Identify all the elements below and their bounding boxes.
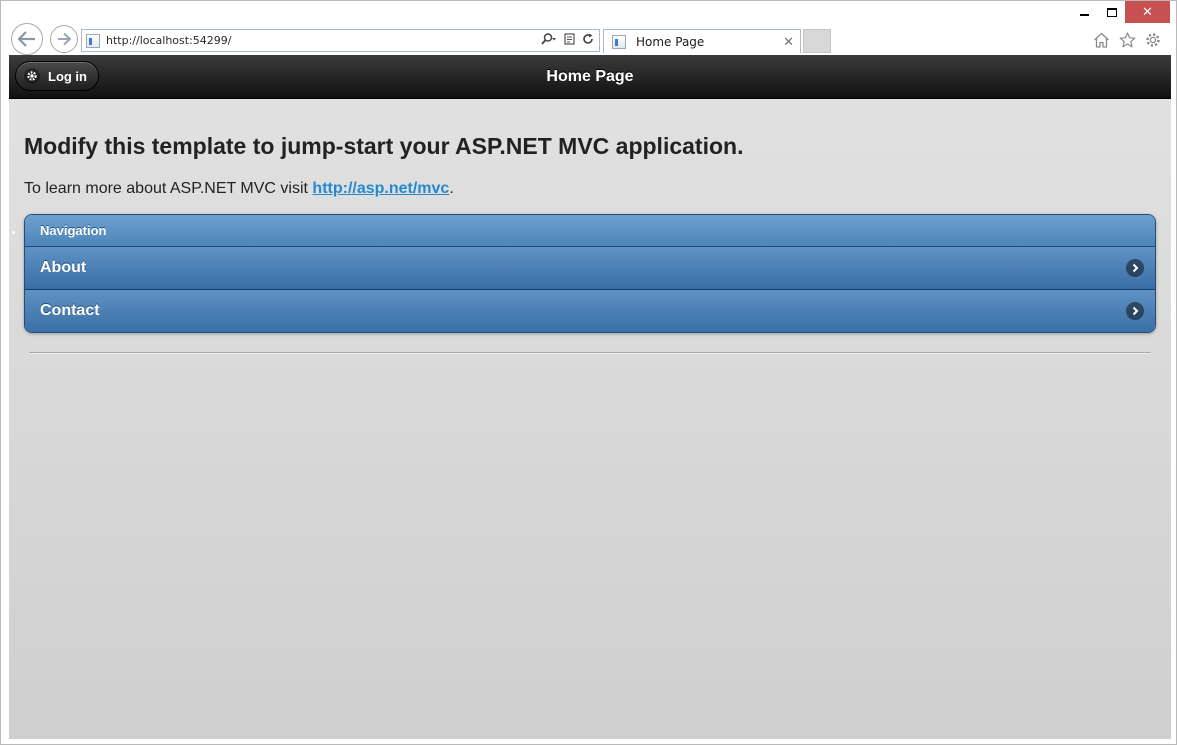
arrow-right-icon (1126, 259, 1144, 277)
footer-divider (29, 352, 1151, 354)
close-tab-icon[interactable]: ✕ (783, 34, 794, 50)
navigation-list: Navigation About Contact (24, 214, 1156, 333)
minimize-icon (1080, 14, 1089, 16)
maximize-button[interactable] (1098, 1, 1125, 23)
list-bullet (12, 231, 15, 234)
nav-item-label: Contact (40, 302, 100, 319)
close-icon: ✕ (1142, 4, 1153, 20)
maximize-icon (1106, 7, 1117, 17)
arrow-right-icon (1126, 302, 1144, 320)
browser-window: ✕ http://localhost:54299/ Home Page ✕ Lo… (0, 0, 1177, 745)
main-content: Modify this template to jump-start your … (9, 133, 1171, 333)
gear-icon (24, 68, 40, 84)
intro-end: . (449, 180, 454, 197)
page-icon (86, 33, 100, 48)
forward-button[interactable] (50, 25, 78, 53)
nav-item-label: About (40, 259, 87, 276)
login-label: Log in (48, 68, 87, 84)
minimize-button[interactable] (1071, 1, 1098, 23)
window-controls: ✕ (1071, 1, 1170, 23)
tab-home-page[interactable]: Home Page ✕ (603, 29, 801, 53)
intro-text: To learn more about ASP.NET MVC visit (24, 180, 313, 197)
search-icon[interactable] (541, 33, 557, 48)
refresh-icon[interactable] (582, 33, 594, 48)
back-arrow-icon (17, 31, 35, 47)
navigation-divider: Navigation (25, 215, 1155, 247)
login-button[interactable]: Log in (15, 61, 99, 91)
address-bar[interactable]: http://localhost:54299/ (81, 29, 600, 52)
browser-tools (1092, 31, 1162, 49)
page-viewport: Log in Home Page Modify this template to… (9, 55, 1171, 739)
close-window-button[interactable]: ✕ (1125, 1, 1170, 23)
nav-item-about[interactable]: About (25, 247, 1155, 290)
asp-net-mvc-link[interactable]: http://asp.net/mvc (312, 180, 449, 197)
address-tools (541, 33, 599, 48)
tab-page-icon (612, 34, 626, 49)
url-text[interactable]: http://localhost:54299/ (106, 34, 541, 47)
forward-arrow-icon (58, 32, 71, 46)
tab-title: Home Page (636, 34, 705, 49)
nav-item-contact[interactable]: Contact (25, 290, 1155, 332)
page-title: Home Page (546, 67, 634, 85)
page-header: Log in Home Page (9, 55, 1171, 99)
home-icon[interactable] (1092, 31, 1110, 49)
intro-paragraph: To learn more about ASP.NET MVC visit ht… (24, 180, 1156, 198)
compatibility-view-icon[interactable] (564, 33, 575, 48)
new-tab-button[interactable] (803, 29, 831, 53)
star-icon[interactable] (1118, 31, 1136, 49)
main-heading: Modify this template to jump-start your … (24, 133, 744, 159)
gear-icon[interactable] (1144, 31, 1162, 49)
back-button[interactable] (11, 23, 43, 55)
